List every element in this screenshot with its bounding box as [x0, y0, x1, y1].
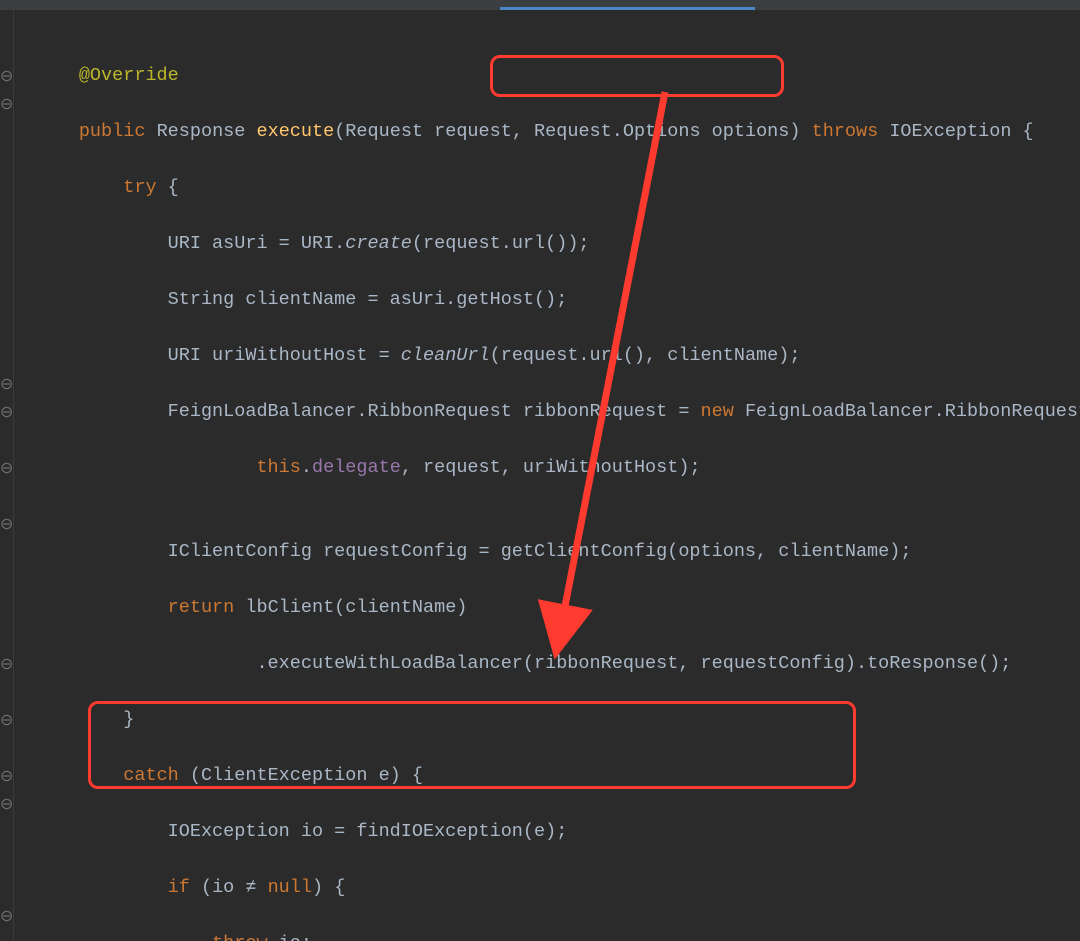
code-editor[interactable]: @Override public Response execute(Reques…	[14, 0, 1080, 941]
fold-toggle[interactable]	[0, 426, 13, 454]
active-tab-indicator	[500, 7, 755, 10]
fold-toggle[interactable]: ⊖	[0, 62, 13, 90]
fold-toggle[interactable]	[0, 118, 13, 146]
code-line[interactable]: .executeWithLoadBalancer(ribbonRequest, …	[34, 650, 1080, 678]
code-line[interactable]: }	[34, 706, 1080, 734]
fold-toggle[interactable]: ⊖	[0, 370, 13, 398]
fold-toggle[interactable]: ⊖	[0, 790, 13, 818]
fold-toggle[interactable]	[0, 538, 13, 566]
fold-toggle[interactable]: ⊖	[0, 762, 13, 790]
fold-toggle[interactable]	[0, 202, 13, 230]
code-line[interactable]: throw io;	[34, 930, 1080, 941]
fold-toggle[interactable]: ⊖	[0, 398, 13, 426]
fold-toggle[interactable]: ⊖	[0, 454, 13, 482]
fold-toggle[interactable]	[0, 818, 13, 846]
code-line[interactable]: URI uriWithoutHost = cleanUrl(request.ur…	[34, 342, 1080, 370]
gutter: ⊖ ⊖ ⊖ ⊖ ⊖ ⊖ ⊖ ⊖ ⊖ ⊖ ⊖	[0, 0, 14, 941]
fold-toggle[interactable]	[0, 566, 13, 594]
fold-toggle[interactable]	[0, 286, 13, 314]
fold-toggle[interactable]	[0, 258, 13, 286]
code-line[interactable]: try {	[34, 174, 1080, 202]
editor-wrap: ⊖ ⊖ ⊖ ⊖ ⊖ ⊖ ⊖ ⊖ ⊖ ⊖ ⊖ @Override public R…	[0, 0, 1080, 941]
fold-toggle[interactable]	[0, 146, 13, 174]
fold-toggle[interactable]	[0, 342, 13, 370]
fold-toggle[interactable]: ⊖	[0, 90, 13, 118]
code-line[interactable]: URI asUri = URI.create(request.url());	[34, 230, 1080, 258]
code-line[interactable]: this.delegate, request, uriWithoutHost);	[34, 454, 1080, 482]
fold-toggle[interactable]: ⊖	[0, 902, 13, 930]
fold-toggle[interactable]	[0, 482, 13, 510]
fold-toggle[interactable]	[0, 174, 13, 202]
fold-toggle[interactable]	[0, 734, 13, 762]
code-line[interactable]: @Override	[34, 62, 1080, 90]
code-line[interactable]: IOException io = findIOException(e);	[34, 818, 1080, 846]
code-line[interactable]: FeignLoadBalancer.RibbonRequest ribbonRe…	[34, 398, 1080, 426]
fold-toggle[interactable]	[0, 594, 13, 622]
fold-toggle[interactable]	[0, 34, 13, 62]
fold-toggle[interactable]	[0, 622, 13, 650]
fold-toggle[interactable]	[0, 846, 13, 874]
fold-toggle[interactable]	[0, 874, 13, 902]
fold-toggle[interactable]	[0, 678, 13, 706]
code-line[interactable]: return lbClient(clientName)	[34, 594, 1080, 622]
tab-bar	[0, 0, 1080, 10]
fold-toggle[interactable]	[0, 230, 13, 258]
code-line[interactable]: IClientConfig requestConfig = getClientC…	[34, 538, 1080, 566]
code-line[interactable]: String clientName = asUri.getHost();	[34, 286, 1080, 314]
fold-toggle[interactable]	[0, 314, 13, 342]
fold-toggle[interactable]: ⊖	[0, 650, 13, 678]
code-line[interactable]: catch (ClientException e) {	[34, 762, 1080, 790]
code-line[interactable]: if (io ≠ null) {	[34, 874, 1080, 902]
code-line[interactable]: public Response execute(Request request,…	[34, 118, 1080, 146]
fold-toggle[interactable]: ⊖	[0, 510, 13, 538]
fold-toggle[interactable]: ⊖	[0, 706, 13, 734]
